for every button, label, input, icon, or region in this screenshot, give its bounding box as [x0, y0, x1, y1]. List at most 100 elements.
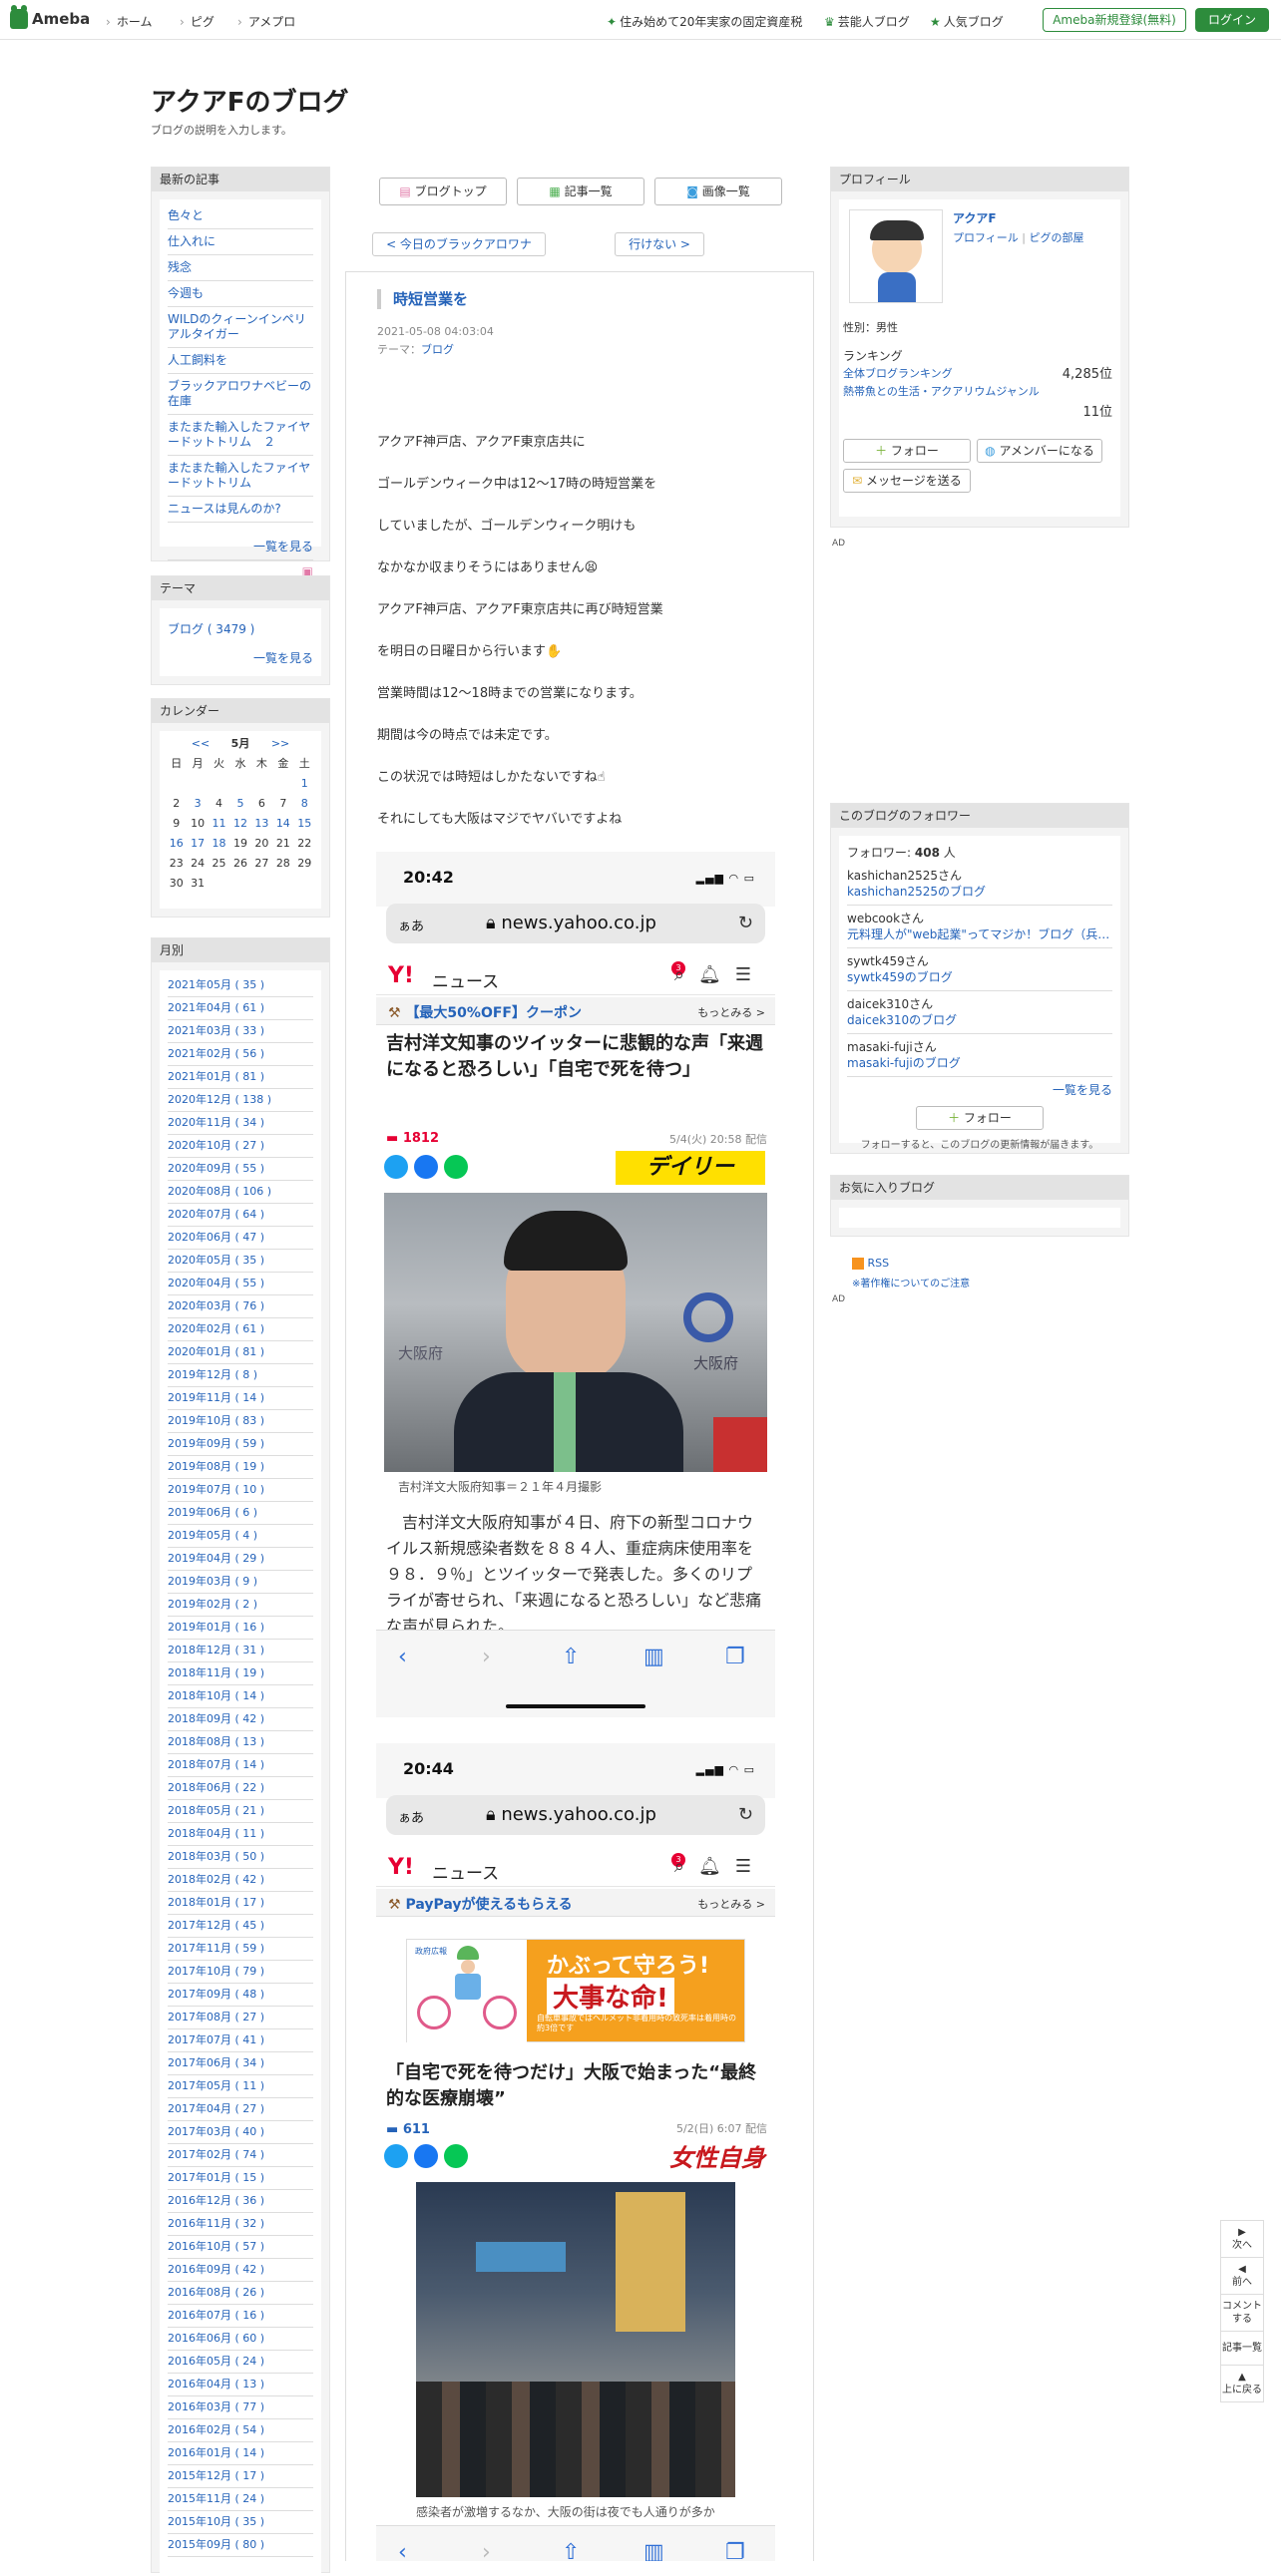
nav-pigg[interactable]: ピグ	[180, 13, 214, 30]
monthly-archive-link[interactable]: 2020年11月 ( 34 )	[168, 1112, 313, 1135]
rss-link[interactable]: RSS	[852, 1257, 889, 1270]
calendar-day[interactable]: 15	[294, 813, 315, 833]
monthly-archive-link[interactable]: 2019年09月 ( 59 )	[168, 1433, 313, 1456]
follower-blog-link[interactable]: 元料理人が"web起業"ってマジか！ブログ（兵…	[847, 926, 1112, 942]
profile-avatar[interactable]	[849, 209, 943, 303]
monthly-archive-link[interactable]: 2017年09月 ( 48 )	[168, 1984, 313, 2007]
monthly-archive-link[interactable]: 2020年05月 ( 35 )	[168, 1250, 313, 1273]
recent-more-link[interactable]: 一覧を見る	[168, 535, 313, 560]
blog-title[interactable]: アクアFのブログ	[151, 82, 348, 119]
monthly-archive-link[interactable]: 2020年02月 ( 61 )	[168, 1318, 313, 1341]
recent-post-link[interactable]: WILDのクィーンインペリアルタイガー	[168, 307, 313, 348]
follower-blog-link[interactable]: daicek310のブログ	[847, 1012, 1112, 1028]
monthly-archive-link[interactable]: 2020年04月 ( 55 )	[168, 1273, 313, 1295]
monthly-archive-link[interactable]: 2016年04月 ( 13 )	[168, 2374, 313, 2396]
monthly-archive-link[interactable]: 2016年03月 ( 77 )	[168, 2396, 313, 2419]
calendar-next-link[interactable]: >>	[271, 737, 289, 750]
monthly-archive-link[interactable]: 2016年11月 ( 32 )	[168, 2213, 313, 2236]
calendar-day[interactable]: 17	[187, 833, 208, 853]
monthly-archive-link[interactable]: 2021年02月 ( 56 )	[168, 1043, 313, 1066]
celebrity-blog-link[interactable]: ♛ 芸能人ブログ	[824, 13, 910, 30]
monthly-archive-link[interactable]: 2020年09月 ( 55 )	[168, 1158, 313, 1181]
monthly-archive-link[interactable]: 2017年05月 ( 11 )	[168, 2075, 313, 2098]
recent-post-link[interactable]: 今週も	[168, 281, 313, 307]
amember-button[interactable]: ◍ アメンバーになる	[977, 439, 1102, 463]
monthly-archive-link[interactable]: 2017年11月 ( 59 )	[168, 1938, 313, 1961]
tab-image-list[interactable]: ◙ 画像一覧	[654, 178, 782, 205]
monthly-archive-link[interactable]: 2015年11月 ( 24 )	[168, 2488, 313, 2511]
next-post-nav[interactable]: ▶ 次へ	[1221, 2221, 1263, 2258]
post-title[interactable]: 時短営業を	[377, 289, 468, 309]
monthly-archive-link[interactable]: 2019年10月 ( 83 )	[168, 1410, 313, 1433]
calendar-day[interactable]: 1	[294, 773, 315, 793]
tab-blog-top[interactable]: ▤ ブログトップ	[379, 178, 507, 205]
monthly-archive-link[interactable]: 2019年06月 ( 6 )	[168, 1502, 313, 1525]
monthly-archive-link[interactable]: 2017年04月 ( 27 )	[168, 2098, 313, 2121]
comment-nav[interactable]: コメントする	[1221, 2295, 1263, 2332]
monthly-archive-link[interactable]: 2018年07月 ( 14 )	[168, 1754, 313, 1777]
ameba-logo[interactable]: Ameba	[10, 5, 90, 29]
monthly-archive-link[interactable]: 2017年03月 ( 40 )	[168, 2121, 313, 2144]
monthly-archive-link[interactable]: 2018年04月 ( 11 )	[168, 1823, 313, 1846]
monthly-archive-link[interactable]: 2016年01月 ( 14 )	[168, 2442, 313, 2465]
calendar-day[interactable]: 5	[229, 793, 250, 813]
monthly-archive-link[interactable]: 2018年02月 ( 42 )	[168, 1869, 313, 1892]
calendar-day[interactable]: 11	[209, 813, 229, 833]
recent-post-link[interactable]: ブラックアロワナベビーの在庫	[168, 374, 313, 415]
monthly-archive-link[interactable]: 2017年02月 ( 74 )	[168, 2144, 313, 2167]
monthly-archive-link[interactable]: 2021年01月 ( 81 )	[168, 1066, 313, 1089]
followers-more-link[interactable]: 一覧を見る	[1053, 1083, 1112, 1097]
nav-home[interactable]: ホーム	[106, 13, 153, 30]
profile-name[interactable]: アクアF	[953, 209, 997, 226]
monthly-archive-link[interactable]: 2016年07月 ( 16 )	[168, 2305, 313, 2328]
calendar-day[interactable]: 12	[229, 813, 250, 833]
monthly-archive-link[interactable]: 2019年08月 ( 19 )	[168, 1456, 313, 1479]
monthly-archive-link[interactable]: 2018年01月 ( 17 )	[168, 1892, 313, 1915]
monthly-archive-link[interactable]: 2017年10月 ( 79 )	[168, 1961, 313, 1984]
follow-button-2[interactable]: ＋ フォロー	[916, 1106, 1044, 1130]
nav-amepro[interactable]: アメプロ	[237, 13, 295, 30]
pigg-room-link[interactable]: ピグの部屋	[1029, 231, 1083, 244]
monthly-archive-link[interactable]: 2016年02月 ( 54 )	[168, 2419, 313, 2442]
recent-post-link[interactable]: 仕入れに	[168, 229, 313, 255]
monthly-archive-link[interactable]: 2015年10月 ( 35 )	[168, 2511, 313, 2534]
popular-blog-link[interactable]: ★ 人気ブログ	[930, 13, 1004, 30]
monthly-archive-link[interactable]: 2017年08月 ( 27 )	[168, 2007, 313, 2029]
monthly-archive-link[interactable]: 2018年12月 ( 31 )	[168, 1640, 313, 1662]
monthly-archive-link[interactable]: 2020年12月 ( 138 )	[168, 1089, 313, 1112]
monthly-archive-link[interactable]: 2017年06月 ( 34 )	[168, 2052, 313, 2075]
monthly-archive-link[interactable]: 2016年12月 ( 36 )	[168, 2190, 313, 2213]
monthly-archive-link[interactable]: 2016年09月 ( 42 )	[168, 2259, 313, 2282]
login-button[interactable]: ログイン	[1195, 8, 1269, 32]
calendar-day[interactable]: 3	[187, 793, 208, 813]
monthly-archive-link[interactable]: 2018年08月 ( 13 )	[168, 1731, 313, 1754]
monthly-archive-link[interactable]: 2020年07月 ( 64 )	[168, 1204, 313, 1227]
monthly-archive-link[interactable]: 2021年03月 ( 33 )	[168, 1020, 313, 1043]
monthly-archive-link[interactable]: 2020年10月 ( 27 )	[168, 1135, 313, 1158]
monthly-archive-link[interactable]: 2019年02月 ( 2 )	[168, 1594, 313, 1617]
tab-post-list[interactable]: ▦ 記事一覧	[517, 178, 644, 205]
theme-item-blog[interactable]: ブログ ( 3479 )	[168, 612, 313, 645]
signup-button[interactable]: Ameba新規登録(無料)	[1043, 8, 1186, 32]
calendar-day[interactable]: 8	[294, 793, 315, 813]
message-button[interactable]: ✉ メッセージを送る	[843, 469, 971, 493]
post-list-nav[interactable]: 記事一覧	[1221, 2332, 1263, 2366]
calendar-day[interactable]: 13	[251, 813, 272, 833]
next-post-button[interactable]: 行けない >	[615, 232, 704, 256]
monthly-archive-link[interactable]: 2019年05月 ( 4 )	[168, 1525, 313, 1548]
profile-link[interactable]: プロフィール	[953, 231, 1019, 244]
follower-blog-link[interactable]: sywtk459のブログ	[847, 969, 1112, 985]
recent-post-link[interactable]: またまた輸入したファイヤードットトリム ２	[168, 415, 313, 456]
recent-post-link[interactable]: 残念	[168, 255, 313, 281]
genre-ranking-link[interactable]: 熱帯魚との生活・アクアリウムジャンル	[843, 383, 1040, 399]
monthly-archive-link[interactable]: 2018年05月 ( 21 )	[168, 1800, 313, 1823]
calendar-day[interactable]: 16	[166, 833, 187, 853]
prev-post-nav[interactable]: ◀ 前へ	[1221, 2258, 1263, 2295]
calendar-day[interactable]: 18	[209, 833, 229, 853]
theme-more-link[interactable]: 一覧を見る	[253, 651, 313, 665]
monthly-archive-link[interactable]: 2019年04月 ( 29 )	[168, 1548, 313, 1571]
monthly-archive-link[interactable]: 2016年08月 ( 26 )	[168, 2282, 313, 2305]
recent-post-link[interactable]: またまた輸入したファイヤードットトリム	[168, 456, 313, 497]
recent-post-link[interactable]: 人工飼料を	[168, 348, 313, 374]
copyright-note-link[interactable]: ※著作権についてのご注意	[852, 1275, 970, 1289]
